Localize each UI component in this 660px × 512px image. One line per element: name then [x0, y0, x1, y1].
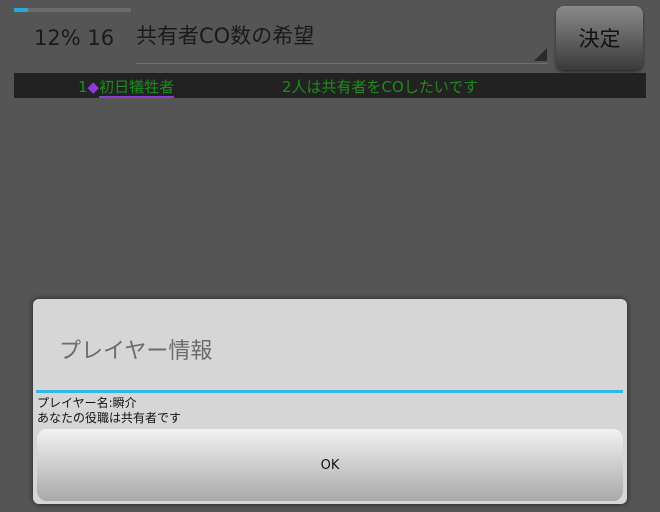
ticker-item-victim[interactable]: 1◆初日犠牲者	[78, 76, 175, 98]
dialog-divider	[36, 390, 623, 393]
player-info-dialog: プレイヤー情報 プレイヤー名:瞬介 あなたの役職は共有者です OK	[33, 299, 627, 504]
progress-bar	[14, 8, 131, 12]
co-count-spinner[interactable]: 共有者CO数の希望	[136, 16, 548, 64]
decide-button[interactable]: 決定	[556, 6, 643, 70]
player-role-line: あなたの役職は共有者です	[37, 411, 182, 425]
progress-counter: 12% 16	[34, 26, 115, 50]
diamond-icon: ◆	[87, 78, 100, 96]
ticker-item-co-message: 2人は共有者をCOしたいです	[282, 78, 479, 96]
dialog-title: プレイヤー情報	[59, 339, 213, 364]
progress-bar-fill	[14, 8, 29, 12]
ok-button[interactable]: OK	[37, 429, 623, 501]
ticker-item-number: 1	[78, 78, 88, 96]
spinner-selected-value: 共有者CO数の希望	[136, 24, 315, 48]
ticker-item-name: 初日犠牲者	[99, 78, 175, 98]
dialog-message: プレイヤー名:瞬介 あなたの役職は共有者です	[37, 396, 181, 426]
message-ticker: 1◆初日犠牲者 2人は共有者をCOしたいです	[14, 73, 646, 98]
player-name-line: プレイヤー名:瞬介	[37, 396, 137, 410]
dropdown-arrow-icon	[534, 48, 547, 61]
